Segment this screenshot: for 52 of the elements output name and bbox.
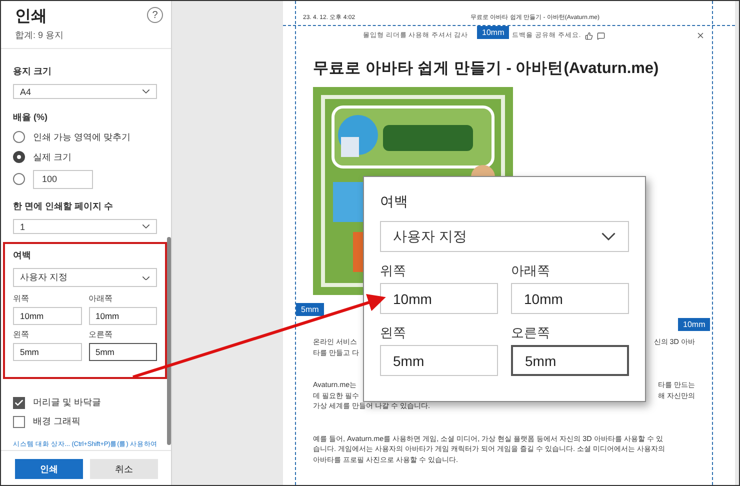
radio-button[interactable] [13,131,25,144]
field-label: 오른쪽 [511,324,551,342]
section-label: 용지 크기 [13,65,53,78]
field-label: 왼쪽 [380,324,407,342]
section-label: 한 면에 인쇄할 페이지 수 [13,200,114,214]
thumbs-up-icon[interactable] [584,32,593,40]
chevron-icon [142,224,150,230]
section-label: 여백 [13,249,32,262]
margin-badge: 5mm [296,303,324,316]
chevron-icon [142,276,150,280]
field-label: 아래쪽 [88,293,114,304]
article-title: 무료로 아바타 쉽게 만들기 - 아바턴(Avaturn.me) [313,59,660,79]
cancel-button[interactable]: 취소 [90,459,158,479]
dialog-title: 인쇄 [15,7,48,27]
margin-badge: 10mm [477,26,510,39]
checkbox-label: 배경 그래픽 [33,415,81,428]
radio-label: 인쇄 가능 영역에 맞추기 [33,130,131,144]
margin-input[interactable]: 10mm [13,307,82,326]
field-label: 위쪽 [380,262,407,280]
margin-input[interactable]: 10mm [88,307,157,326]
print-button[interactable]: 인쇄 [15,459,83,479]
chevron-icon [601,232,616,241]
close-icon[interactable] [696,31,705,40]
section-label: 배율 (%) [13,111,48,124]
paper-size-select[interactable]: A4 [13,84,157,100]
checkbox[interactable] [13,416,25,428]
margin-badge: 10mm [678,318,710,331]
radio-label: 실제 크기 [33,150,72,164]
field-label: 위쪽 [13,293,30,304]
checkbox-label: 머리글 및 바닥글 [33,396,102,409]
sheet-count: 합계: 9 용지 [15,29,64,42]
pages-per-sheet-select[interactable]: 1 [13,219,157,234]
margin-input[interactable]: 5mm [88,343,157,362]
radio-button[interactable] [13,151,25,164]
margin-input[interactable]: 5mm [13,343,82,362]
margin-input[interactable]: 5mm [511,345,629,376]
scrollbar[interactable] [167,237,171,445]
field-label: 오른쪽 [88,329,114,340]
help-button[interactable]: ? [147,7,163,23]
margin-input[interactable]: 5mm [380,345,498,376]
scale-input[interactable]: 100 [33,170,93,189]
speech-bubble-icon[interactable] [596,32,605,40]
section-label: 여백 [380,193,409,211]
chevron-icon [142,89,150,94]
field-label: 아래쪽 [511,262,551,280]
margins-select[interactable]: 사용자 지정 [380,221,629,252]
margins-select[interactable]: 사용자 지정 [13,268,157,288]
radio-button[interactable] [13,173,25,186]
margin-input[interactable]: 10mm [380,283,498,314]
margin-input[interactable]: 10mm [511,283,629,314]
field-label: 왼쪽 [13,329,30,340]
checkbox[interactable] [13,396,25,408]
